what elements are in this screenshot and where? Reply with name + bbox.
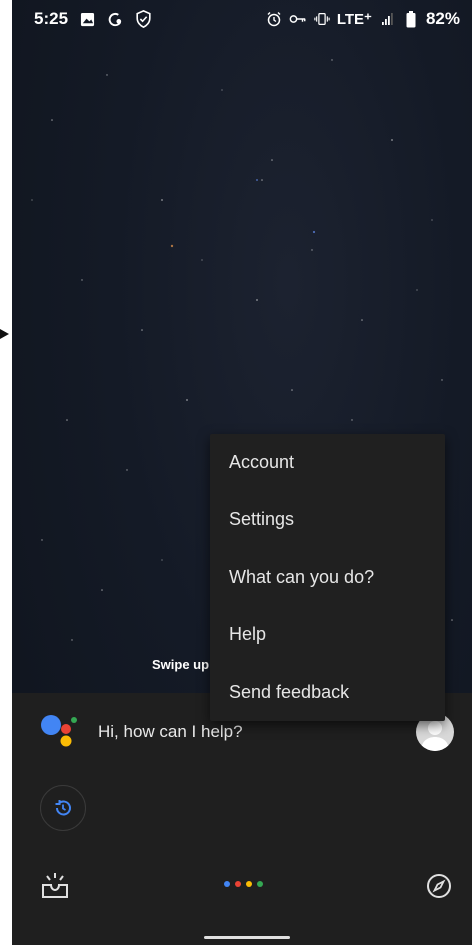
back-arrow-indicator <box>0 329 9 339</box>
overflow-menu: Account Settings What can you do? Help S… <box>210 434 445 721</box>
menu-item-help[interactable]: Help <box>210 606 445 663</box>
menu-item-what-can-you-do[interactable]: What can you do? <box>210 549 445 606</box>
google-assistant-logo-icon <box>41 715 77 747</box>
explore-compass-icon[interactable] <box>426 873 452 904</box>
battery-percent: 82% <box>425 9 460 28</box>
blue-dot <box>224 881 230 887</box>
yellow-dot <box>246 881 252 887</box>
assistant-greeting: Hi, how can I help? <box>98 722 243 741</box>
battery-icon <box>402 10 420 28</box>
menu-item-send-feedback[interactable]: Send feedback <box>210 664 445 721</box>
swipe-up-hint: Swipe up <box>152 657 210 672</box>
network-type: LTE⁺ <box>336 11 372 28</box>
red-dot <box>235 881 241 887</box>
phone-screen: 5:25 LTE⁺ 82% Swipe up Hi, how can I hel… <box>12 0 472 945</box>
history-icon <box>55 800 71 816</box>
clock: 5:25 <box>34 9 69 28</box>
signal-icon <box>378 10 396 28</box>
menu-item-account[interactable]: Account <box>210 434 445 491</box>
vpn-key-icon <box>289 10 307 28</box>
assistant-icon <box>106 10 124 28</box>
alarm-icon <box>265 10 283 28</box>
snapshot-icon[interactable] <box>40 871 70 904</box>
status-bar: 5:25 LTE⁺ 82% <box>12 0 472 38</box>
gesture-nav-handle[interactable] <box>204 936 290 939</box>
shield-icon <box>134 10 152 28</box>
assistant-sheet: Hi, how can I help? <box>12 693 472 945</box>
history-button[interactable] <box>40 785 86 831</box>
image-icon <box>78 10 96 28</box>
vibrate-icon <box>313 10 331 28</box>
green-dot <box>257 881 263 887</box>
assistant-dots[interactable] <box>224 881 263 887</box>
menu-item-settings[interactable]: Settings <box>210 491 445 548</box>
